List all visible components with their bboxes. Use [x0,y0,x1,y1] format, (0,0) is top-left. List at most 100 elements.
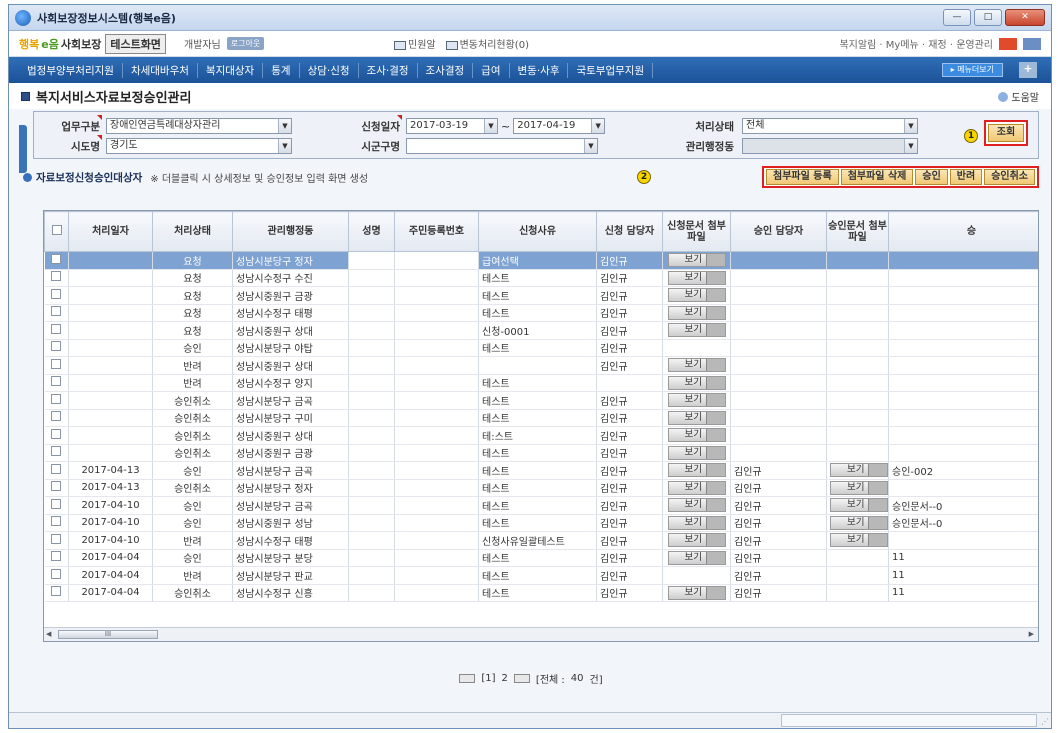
table-row[interactable]: 요청 성남시중원구 금광 테스트 김인규 보기 [44,286,1038,305]
view-button[interactable]: 보기 [667,253,726,268]
col-header[interactable]: 승인문서 첨부파일 [826,211,889,252]
view-button[interactable]: 보기 [667,550,726,565]
scroll-left-icon[interactable]: ◀ [46,630,51,638]
date-to-input[interactable]: 2017-04-19 ▼ [513,118,606,134]
row-checkbox[interactable] [51,516,62,527]
col-header[interactable]: 처리상태 [152,211,233,252]
table-row[interactable]: 2017-04-04 승인 성남시분당구 분당 테스트 김인규 보기 김인규 11 [44,549,1038,567]
horizontal-scrollbar[interactable]: ◀ III ▶ [44,627,1038,641]
city-select[interactable]: 경기도 ▼ [106,138,292,154]
close-button[interactable]: ✕ [1005,9,1045,26]
row-checkbox[interactable] [51,288,62,299]
row-checkbox[interactable] [51,586,62,597]
top-link-complaints[interactable]: 민원알 [394,36,436,51]
page-link[interactable]: 2 [502,673,508,684]
table-row[interactable]: 요청 성남시수정구 수진 테스트 김인규 보기 [44,269,1038,287]
scroll-right-icon[interactable]: ▶ [1029,630,1034,638]
view-button[interactable]: 보기 [667,358,726,373]
view-button[interactable]: 보기 [667,393,726,408]
table-row[interactable]: 요청 성남시중원구 상대 신청-0001 김인규 보기 [44,321,1038,340]
col-header[interactable]: 성명 [348,211,395,252]
col-header[interactable]: 처리일자 [68,211,153,252]
table-row[interactable]: 반려 성남시중원구 상대 김인규 보기 [44,356,1038,375]
attach-register-button[interactable]: 첨부파일 등록 [766,169,839,185]
attach-delete-button[interactable]: 첨부파일 삭제 [840,169,914,185]
view-button[interactable]: 보기 [667,445,726,460]
search-button[interactable]: 조회 [988,124,1024,142]
nav-item[interactable]: 차세대바우처 [123,62,198,78]
district-select[interactable]: ▼ [406,138,598,154]
table-row[interactable]: 2017-04-13 승인 성남시분당구 금곡 테스트 김인규 보기 김인규 보기 승인-002 [44,461,1038,480]
row-checkbox[interactable] [51,446,62,457]
resize-grip-icon[interactable]: ⋰ [1041,717,1049,726]
row-checkbox[interactable] [51,271,62,282]
row-checkbox[interactable] [51,568,62,579]
row-checkbox[interactable] [51,306,62,317]
scroll-thumb[interactable]: III [58,630,158,639]
nav-item[interactable]: 상담·신청 [300,62,359,78]
view-button[interactable]: 보기 [830,515,888,530]
nav-item[interactable]: 조사결정 [418,62,474,78]
row-checkbox[interactable] [51,253,62,264]
nav-item[interactable]: 복지대상자 [198,62,264,78]
nav-item[interactable]: 법정부양부처리지원 [19,62,123,78]
col-header[interactable]: 신청사유 [478,211,597,252]
admin-dong-select[interactable]: ▼ [742,138,918,154]
page-link[interactable]: [1] [481,673,495,684]
row-checkbox[interactable] [51,358,62,369]
view-button[interactable]: 보기 [667,585,726,600]
view-button[interactable]: 보기 [667,428,726,443]
col-header[interactable]: 주민등록번호 [394,211,479,252]
row-checkbox[interactable] [51,551,62,562]
checkbox[interactable] [51,225,62,235]
minimize-button[interactable]: — [943,9,971,26]
calendar-icon[interactable]: ▼ [591,119,605,133]
table-row[interactable]: 2017-04-10 승인 성남시중원구 성남 테스트 김인규 보기 김인규 보기 승인문서--… [44,514,1038,532]
last-page-icon[interactable] [513,674,530,683]
col-header[interactable]: 승 [888,211,1038,252]
row-checkbox[interactable] [51,481,62,492]
col-header[interactable]: 승인 담당자 [730,211,827,252]
table-row[interactable]: 승인취소 성남시중원구 금광 테스트 김인규 보기 [44,444,1038,462]
view-button[interactable]: 보기 [667,498,726,513]
row-checkbox[interactable] [51,533,62,544]
view-button[interactable]: 보기 [830,463,888,478]
table-row[interactable]: 승인취소 성남시분당구 금곡 테스트 김인규 보기 [44,391,1038,410]
table-row[interactable]: 2017-04-10 반려 성남시수정구 태평 신청사유일괄테스트 김인규 보기 김인규 보기 [44,531,1038,550]
nav-item[interactable]: 국토부업무지원 [568,62,654,78]
view-button[interactable]: 보기 [667,533,726,548]
view-button[interactable]: 보기 [667,463,726,478]
approve-button[interactable]: 승인 [915,169,948,185]
col-header[interactable]: 관리행정동 [232,211,349,252]
logout-button[interactable]: 로그아웃 [226,37,265,50]
select-all-checkbox[interactable] [44,211,69,252]
nav-item[interactable]: 통계 [263,62,300,78]
business-type-select[interactable]: 장애인연금특례대상자관리 ▼ [106,118,292,134]
nav-item[interactable]: 조사·결정 [359,62,418,78]
row-checkbox[interactable] [51,463,62,474]
table-row[interactable]: 승인 성남시분당구 야탑 테스트 김인규 [44,339,1038,357]
menu-more-button[interactable]: ▸ 메뉴더보기 [941,63,1003,77]
table-row[interactable]: 요청 성남시수정구 태평 테스트 김인규 보기 [44,304,1038,322]
view-button[interactable]: 보기 [667,323,726,338]
help-link[interactable]: 도움말 [998,89,1039,104]
row-checkbox[interactable] [51,323,62,334]
table-row[interactable]: 승인취소 성남시중원구 상대 테:스트 김인규 보기 [44,426,1038,445]
view-button[interactable]: 보기 [830,480,888,495]
view-button[interactable]: 보기 [667,515,726,530]
table-row[interactable]: 2017-04-04 승인취소 성남시수정구 신흥 테스트 김인규 보기 김인규 11 [44,584,1038,602]
table-row[interactable]: 2017-04-10 승인 성남시분당구 금곡 테스트 김인규 보기 김인규 보기 승인문서--… [44,496,1038,515]
table-row[interactable]: 반려 성남시수정구 양지 테스트 보기 [44,374,1038,392]
col-header[interactable]: 신청문서 첨부파일 [662,211,731,252]
row-checkbox[interactable] [51,376,62,387]
view-button[interactable]: 보기 [667,410,726,425]
row-checkbox[interactable] [51,393,62,404]
table-row[interactable]: 2017-04-04 반려 성남시분당구 판교 테스트 김인규 김인규 11 [44,566,1038,585]
settings-icon[interactable] [1023,37,1041,50]
view-button[interactable]: 보기 [667,480,726,495]
row-checkbox[interactable] [51,428,62,439]
first-page-icon[interactable] [459,674,476,683]
row-checkbox[interactable] [51,341,62,352]
view-button[interactable]: 보기 [830,533,888,548]
col-header[interactable]: 신청 담당자 [596,211,663,252]
